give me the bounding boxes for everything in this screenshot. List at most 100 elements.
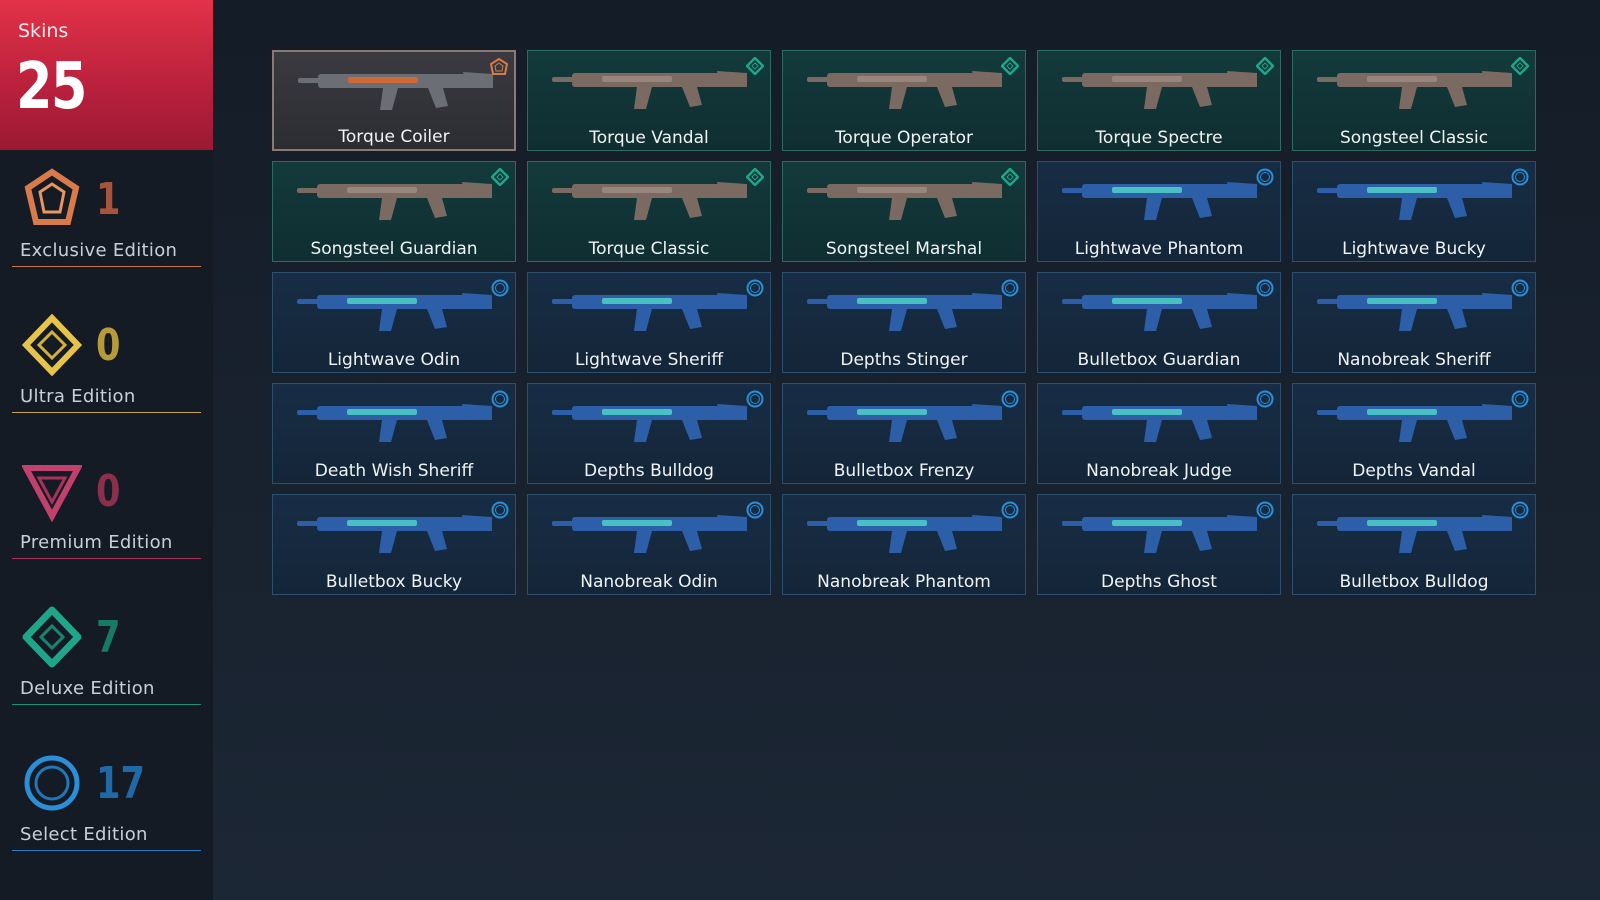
skins-total-panel: Skins 25 — [0, 0, 213, 150]
skins-label: Skins — [18, 20, 69, 42]
tier-premium[interactable]: 0 Premium Edition — [12, 460, 201, 570]
weapon-image — [1317, 515, 1512, 553]
tier-divider — [12, 412, 201, 413]
weapon-image — [807, 515, 1002, 553]
select-edition-icon — [24, 755, 80, 811]
skin-name: Lightwave Phantom — [1074, 239, 1244, 259]
skin-card[interactable]: Lightwave Phantom — [1037, 161, 1281, 262]
skin-card[interactable]: Torque Operator — [782, 50, 1026, 151]
skin-card[interactable]: Bulletbox Frenzy — [782, 383, 1026, 484]
weapon-image — [298, 72, 493, 110]
skin-card[interactable]: Songsteel Marshal — [782, 161, 1026, 262]
weapon-image — [552, 71, 747, 109]
skin-card[interactable]: Lightwave Bucky — [1292, 161, 1536, 262]
select-edition-icon — [1256, 390, 1274, 408]
skin-name: Bulletbox Frenzy — [833, 461, 975, 481]
skin-card[interactable]: Nanobreak Phantom — [782, 494, 1026, 595]
skin-name: Bulletbox Guardian — [1077, 350, 1241, 370]
weapon-image — [1317, 293, 1512, 331]
tier-divider — [12, 558, 201, 559]
weapon-image — [1062, 182, 1257, 220]
select-edition-icon — [491, 501, 509, 519]
tier-deluxe-count: 7 — [96, 612, 121, 663]
weapon-image — [552, 515, 747, 553]
select-edition-icon — [491, 390, 509, 408]
tier-ultra-count: 0 — [96, 320, 121, 371]
skin-card[interactable]: Death Wish Sheriff — [272, 383, 516, 484]
skin-card[interactable]: Torque Classic — [527, 161, 771, 262]
skin-name: Songsteel Guardian — [310, 239, 478, 259]
deluxe-edition-icon — [491, 168, 509, 186]
tier-premium-count: 0 — [96, 466, 121, 517]
select-edition-icon — [1511, 390, 1529, 408]
weapon-image — [807, 404, 1002, 442]
select-edition-icon — [1511, 279, 1529, 297]
deluxe-edition-icon — [746, 168, 764, 186]
skin-card[interactable]: Torque Coiler — [272, 50, 516, 151]
weapon-image — [807, 182, 1002, 220]
weapon-image — [1062, 71, 1257, 109]
skin-card[interactable]: Nanobreak Odin — [527, 494, 771, 595]
tier-deluxe[interactable]: 7 Deluxe Edition — [12, 606, 201, 716]
skin-name: Depths Vandal — [1352, 461, 1476, 481]
weapon-image — [807, 71, 1002, 109]
tier-divider — [12, 704, 201, 705]
weapon-image — [297, 404, 492, 442]
deluxe-edition-icon — [1256, 57, 1274, 75]
skin-card[interactable]: Depths Vandal — [1292, 383, 1536, 484]
deluxe-edition-icon — [746, 57, 764, 75]
weapon-image — [1317, 182, 1512, 220]
deluxe-edition-icon — [1511, 57, 1529, 75]
skin-card[interactable]: Bulletbox Bucky — [272, 494, 516, 595]
skin-name: Torque Spectre — [1095, 128, 1223, 148]
skin-name: Lightwave Bucky — [1342, 239, 1486, 259]
select-edition-icon — [1001, 501, 1019, 519]
skin-card[interactable]: Songsteel Classic — [1292, 50, 1536, 151]
skin-name: Depths Ghost — [1101, 572, 1217, 592]
skin-card[interactable]: Depths Ghost — [1037, 494, 1281, 595]
tier-exclusive-count: 1 — [96, 174, 121, 225]
skin-card[interactable]: Lightwave Odin — [272, 272, 516, 373]
tier-select-label: Select Edition — [20, 824, 148, 845]
skin-card[interactable]: Depths Stinger — [782, 272, 1026, 373]
tier-ultra[interactable]: 0 Ultra Edition — [12, 314, 201, 424]
tier-select[interactable]: 17 Select Edition — [12, 752, 201, 862]
skin-card[interactable]: Songsteel Guardian — [272, 161, 516, 262]
weapon-image — [552, 404, 747, 442]
skin-card[interactable]: Depths Bulldog — [527, 383, 771, 484]
skin-name: Torque Vandal — [589, 128, 709, 148]
tier-exclusive-label: Exclusive Edition — [20, 240, 178, 261]
select-edition-icon — [1001, 390, 1019, 408]
skin-name: Depths Stinger — [840, 350, 968, 370]
skin-card[interactable]: Bulletbox Bulldog — [1292, 494, 1536, 595]
tier-exclusive[interactable]: 1 Exclusive Edition — [12, 168, 201, 278]
tier-select-count: 17 — [96, 758, 145, 809]
skin-card[interactable]: Nanobreak Sheriff — [1292, 272, 1536, 373]
skin-card[interactable]: Torque Vandal — [527, 50, 771, 151]
skin-name: Death Wish Sheriff — [314, 461, 474, 481]
weapon-image — [297, 182, 492, 220]
ultra-edition-icon — [22, 314, 82, 376]
tier-premium-label: Premium Edition — [20, 532, 173, 553]
skin-card[interactable]: Lightwave Sheriff — [527, 272, 771, 373]
select-edition-icon — [1511, 168, 1529, 186]
skin-card[interactable]: Torque Spectre — [1037, 50, 1281, 151]
premium-edition-icon — [22, 465, 82, 522]
select-edition-icon — [746, 279, 764, 297]
skin-card[interactable]: Nanobreak Judge — [1037, 383, 1281, 484]
skin-name: Nanobreak Judge — [1086, 461, 1232, 481]
weapon-image — [1062, 404, 1257, 442]
tier-divider — [12, 266, 201, 267]
weapon-image — [297, 515, 492, 553]
skins-count: 25 — [16, 50, 87, 124]
weapon-image — [1062, 515, 1257, 553]
skin-name: Torque Operator — [834, 128, 974, 148]
deluxe-edition-icon — [1001, 57, 1019, 75]
skin-card[interactable]: Bulletbox Guardian — [1037, 272, 1281, 373]
exclusive-edition-icon — [490, 58, 508, 75]
tier-divider — [12, 850, 201, 851]
deluxe-edition-icon — [22, 606, 82, 668]
skin-name: Nanobreak Sheriff — [1337, 350, 1491, 370]
skin-name: Nanobreak Odin — [580, 572, 718, 592]
weapon-image — [552, 182, 747, 220]
